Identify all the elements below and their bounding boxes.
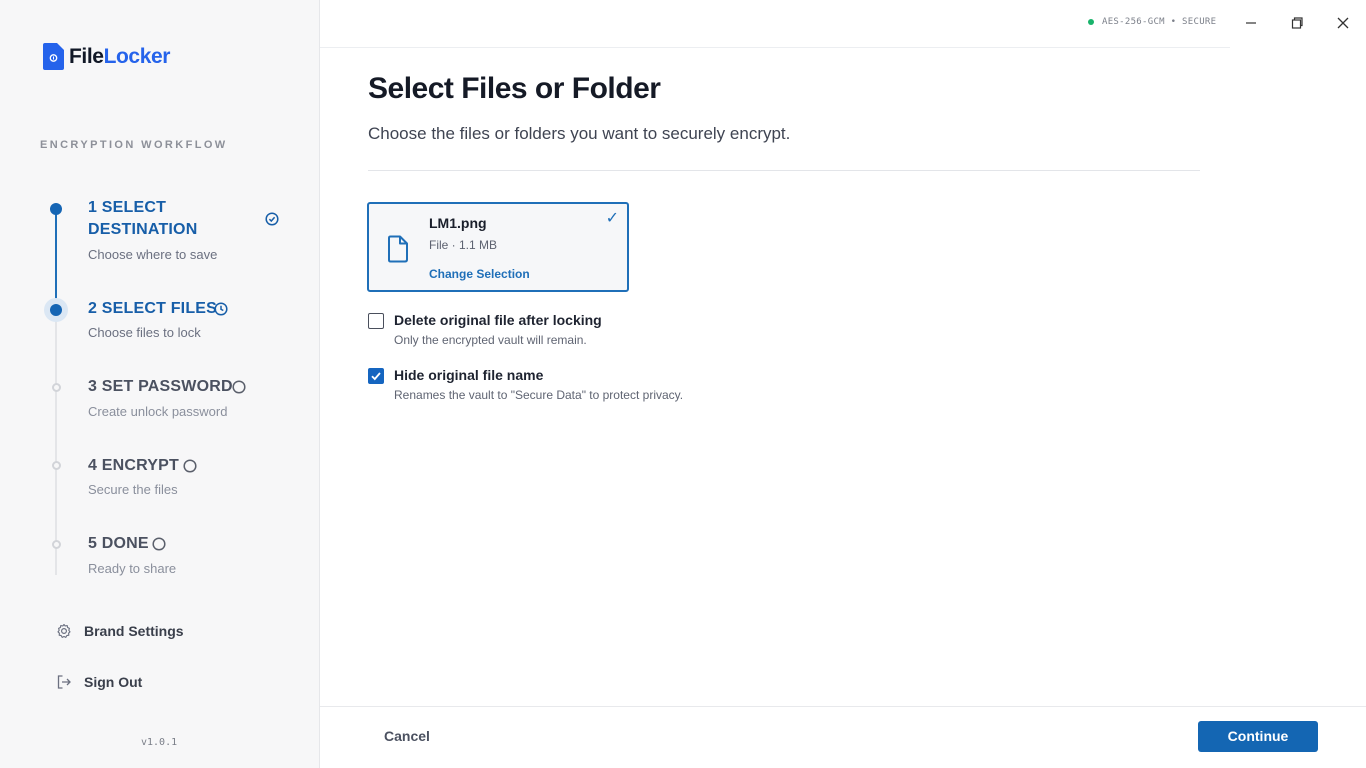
step-dot-pending	[52, 540, 61, 549]
option-description: Only the encrypted vault will remain.	[394, 333, 587, 347]
sign-out-label: Sign Out	[84, 674, 143, 690]
file-meta: File · 1.1 MB	[429, 238, 498, 252]
cancel-button[interactable]: Cancel	[384, 728, 430, 744]
selected-file-card[interactable]: LM1.png File · 1.1 MB Change Selection ✓	[367, 202, 629, 292]
file-icon	[388, 235, 408, 263]
minimize-icon[interactable]	[1242, 14, 1260, 32]
step-dot-active	[50, 304, 62, 316]
status-dot-icon	[1088, 19, 1094, 25]
selected-check-icon: ✓	[605, 210, 619, 227]
file-name: LM1.png	[429, 215, 487, 231]
file-lock-logo-icon	[43, 43, 64, 70]
brand-settings-label: Brand Settings	[84, 623, 184, 639]
app-name: FileLocker	[69, 44, 171, 68]
restore-icon[interactable]	[1288, 14, 1306, 32]
step-dot-complete	[50, 203, 62, 215]
gear-icon	[57, 623, 71, 638]
checkmark-icon	[371, 372, 381, 381]
step-title: 5 DONE	[88, 535, 149, 552]
app-logo: FileLocker	[43, 43, 170, 70]
step-subtitle: Choose where to save	[88, 247, 218, 262]
footer-divider	[320, 706, 1366, 707]
continue-button[interactable]: Continue	[1198, 721, 1318, 752]
option-description: Renames the vault to "Secure Data" to pr…	[394, 388, 684, 402]
close-icon[interactable]	[1334, 14, 1352, 32]
empty-circle-icon	[232, 380, 246, 394]
clock-icon	[214, 302, 228, 316]
option-label: Delete original file after locking	[394, 312, 602, 328]
step-subtitle: Choose files to lock	[88, 325, 201, 340]
delete-original-checkbox[interactable]	[368, 313, 384, 329]
step-title: 3 SET PASSWORD	[88, 378, 233, 395]
empty-circle-icon	[152, 537, 166, 551]
sign-out-button[interactable]: Sign Out	[56, 674, 142, 690]
step-title: 1 SELECT DESTINATION	[88, 199, 198, 238]
step-subtitle: Ready to share	[88, 561, 177, 576]
app-version: v1.0.1	[141, 737, 178, 748]
sign-out-icon	[57, 675, 71, 689]
header-divider	[320, 47, 1230, 48]
page-subtitle: Choose the files or folders you want to …	[368, 124, 791, 143]
hide-filename-checkbox[interactable]	[368, 368, 384, 384]
change-selection-link[interactable]: Change Selection	[429, 267, 530, 281]
workflow-section-label: ENCRYPTION WORKFLOW	[40, 139, 228, 151]
check-circle-icon	[265, 212, 279, 226]
sidebar: FileLocker ENCRYPTION WORKFLOW 1 SELECT …	[0, 0, 320, 768]
app-window: FileLocker ENCRYPTION WORKFLOW 1 SELECT …	[0, 0, 1366, 768]
brand-settings-button[interactable]: Brand Settings	[56, 623, 184, 639]
encryption-status: AES-256-GCM • SECURE	[1088, 17, 1216, 27]
content-divider	[368, 170, 1200, 171]
empty-circle-icon	[183, 459, 197, 473]
page-title: Select Files or Folder	[368, 72, 661, 105]
status-text: AES-256-GCM • SECURE	[1102, 17, 1217, 27]
progress-rail-active	[55, 209, 57, 309]
step-title: 4 ENCRYPT	[88, 457, 180, 474]
step-subtitle: Secure the files	[88, 482, 178, 497]
step-dot-pending	[52, 383, 61, 392]
step-subtitle: Create unlock password	[88, 404, 228, 419]
step-title: 2 SELECT FILES	[88, 300, 218, 317]
step-dot-pending	[52, 461, 61, 470]
option-label: Hide original file name	[394, 367, 544, 383]
